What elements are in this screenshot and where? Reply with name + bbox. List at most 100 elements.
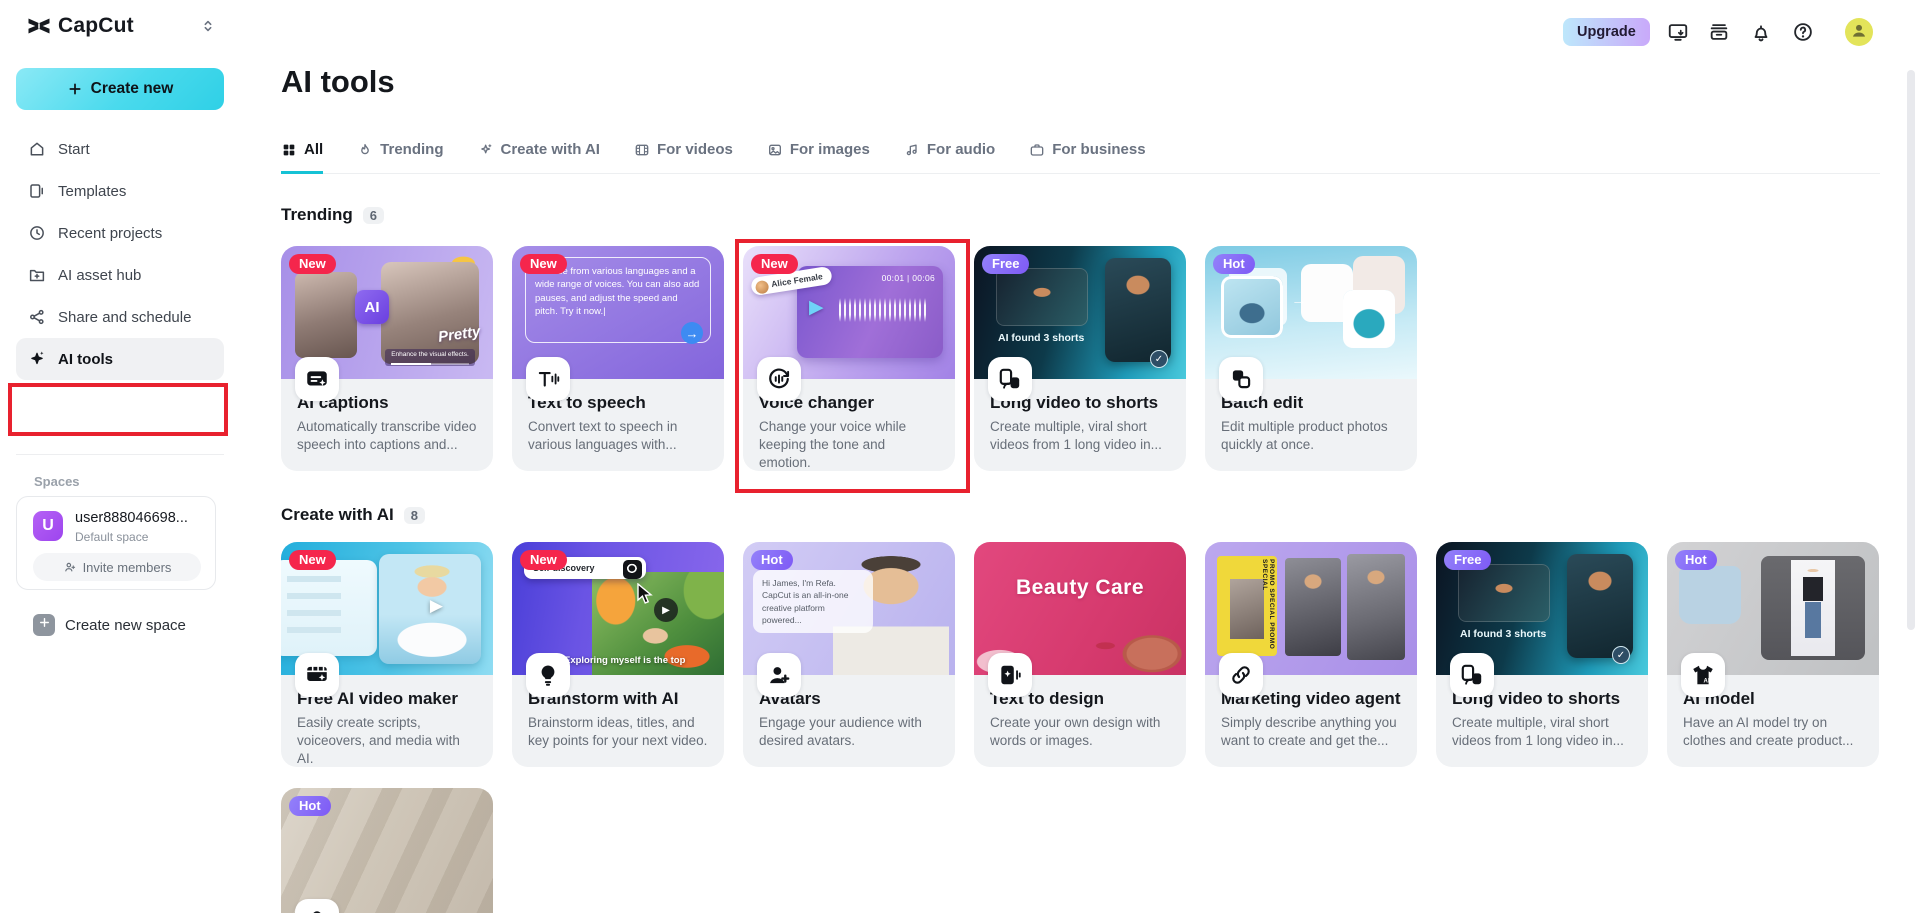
notifications-bell-icon[interactable] xyxy=(1750,21,1772,43)
capcut-logo[interactable]: CapCut xyxy=(26,13,134,39)
spaces-label: Spaces xyxy=(34,474,80,489)
card-badge: Free xyxy=(1444,550,1492,570)
promo-poster: PROMO SPECIAL PROMO SPECIAL xyxy=(1217,556,1277,656)
tool-card[interactable]: Hot → Batch edit Edit multiple product p… xyxy=(1205,246,1417,471)
person-icon xyxy=(1849,20,1869,45)
tool-card[interactable]: PROMO SPECIAL PROMO SPECIAL Marketing vi… xyxy=(1205,542,1417,767)
page-title: AI tools xyxy=(281,64,395,99)
sidebar-item-ai-asset-hub[interactable]: AI asset hub xyxy=(16,254,224,296)
play-icon: ▶ xyxy=(654,598,678,622)
space-subtitle: Default space xyxy=(75,530,149,544)
card-badge: Hot xyxy=(1675,550,1717,570)
tool-card-art: Hot xyxy=(281,788,493,913)
tool-description: Simply describe anything you want to cre… xyxy=(1221,715,1397,748)
tab-create-with-ai[interactable]: Create with AI xyxy=(478,141,600,174)
share-icon xyxy=(28,308,46,326)
space-card[interactable]: U user888046698... Default space Invite … xyxy=(16,496,216,590)
sidebar-item-share-and-schedule[interactable]: Share and schedule xyxy=(16,296,224,338)
tab-for-audio[interactable]: For audio xyxy=(904,141,995,174)
link-icon xyxy=(1219,653,1263,697)
tool-card[interactable]: New Self-discovery Exploring myself is th… xyxy=(512,542,724,767)
check-icon: ✓ xyxy=(1612,646,1630,664)
avatars-icon xyxy=(757,653,801,697)
archive-drawer-icon[interactable] xyxy=(1708,21,1730,43)
sidebar-item-label: Templates xyxy=(58,182,127,200)
tool-card[interactable]: Beauty Care Text to design Create your o… xyxy=(974,542,1186,767)
workspace-switcher-chevron-icon[interactable] xyxy=(200,18,216,34)
sidebar: Create new Start Templates Recent projec… xyxy=(0,52,240,913)
upgrade-button[interactable]: Upgrade xyxy=(1563,18,1650,46)
pretty-text-sticker: Pretty xyxy=(437,323,482,346)
home-icon xyxy=(28,140,46,158)
plus-icon xyxy=(67,81,83,97)
section-count-badge: 6 xyxy=(362,206,385,224)
invite-members-button[interactable]: Invite members xyxy=(33,553,201,581)
tool-card[interactable]: New Alice Female 00:01 | 00:06 ▶ Voice cha… xyxy=(735,239,970,493)
person-plus-icon xyxy=(63,560,77,574)
tab-trending[interactable]: Trending xyxy=(357,141,444,174)
tool-card[interactable]: New Choose from various languages and a … xyxy=(512,246,724,471)
tool-card[interactable]: Hot Hi James, I'm Refa. CapCut is an all… xyxy=(743,542,955,767)
tool-description: Brainstorm ideas, titles, and key points… xyxy=(528,715,708,748)
tab-label: For videos xyxy=(656,141,733,158)
section-title: Trending xyxy=(281,205,353,224)
ai-sparkle-icon xyxy=(28,350,46,368)
create-new-button[interactable]: Create new xyxy=(16,68,224,110)
sidebar-item-ai-tools[interactable]: AI tools xyxy=(16,338,224,380)
tool-description: Easily create scripts, voiceovers, and m… xyxy=(297,715,460,766)
help-icon[interactable] xyxy=(1792,21,1814,43)
batch-edit-icon xyxy=(1219,357,1263,401)
voice-changer-icon xyxy=(757,357,801,401)
create-new-space-button[interactable]: Create new space xyxy=(33,614,186,636)
tab-for-business[interactable]: For business xyxy=(1029,141,1146,174)
play-icon: ▶ xyxy=(809,297,824,318)
tool-card[interactable]: Hot AI AI model Have an AI model try on … xyxy=(1667,542,1879,767)
card-badge: New xyxy=(520,550,567,570)
check-icon: ✓ xyxy=(1150,350,1168,368)
card-badge: New xyxy=(520,254,567,274)
image-icon xyxy=(767,142,783,158)
video-maker-icon xyxy=(295,653,339,697)
svg-text:AI: AI xyxy=(1704,679,1710,685)
card-badge: Hot xyxy=(1213,254,1255,274)
plus-icon xyxy=(33,614,55,636)
tool-card[interactable]: Free AI found 3 shorts ✓ Long video to sh… xyxy=(1436,542,1648,767)
caption-overlay: Enhance the visual effects. xyxy=(385,349,475,366)
tool-description: Convert text to speech in various langua… xyxy=(528,419,678,452)
tool-card[interactable]: New ▶ Free AI video maker Easily create … xyxy=(281,542,493,767)
card-badge: New xyxy=(289,254,336,274)
topbar: CapCut Upgrade xyxy=(0,0,1920,52)
scrollbar[interactable] xyxy=(1907,70,1915,630)
tool-description: Edit multiple product photos quickly at … xyxy=(1221,419,1388,452)
play-icon: ▶ xyxy=(429,596,443,615)
space-avatar: U xyxy=(33,511,63,541)
desktop-download-icon[interactable] xyxy=(1667,21,1689,43)
invite-members-label: Invite members xyxy=(82,559,172,575)
avatar-chat-bubble: Hi James, I'm Refa. CapCut is an all-in-… xyxy=(753,570,873,634)
sidebar-item-templates[interactable]: Templates xyxy=(16,170,224,212)
grid-icon xyxy=(281,142,297,158)
tab-for-videos[interactable]: For videos xyxy=(634,141,733,174)
section-count-badge: 8 xyxy=(403,506,425,524)
account-avatar[interactable] xyxy=(1845,18,1873,46)
tool-card[interactable]: Free AI found 3 shorts ✓ Long video to sh… xyxy=(974,246,1186,471)
tool-description: Have an AI model try on clothes and crea… xyxy=(1683,715,1854,748)
flame-icon xyxy=(357,142,373,158)
ai-sticker: AI xyxy=(355,290,389,324)
tab-all[interactable]: All xyxy=(281,141,324,174)
tool-description: Engage your audience with desired avatar… xyxy=(759,715,922,748)
sidebar-item-label: AI tools xyxy=(58,350,113,368)
tool-card[interactable]: New AI Pretty Enhance the visual effects. … xyxy=(281,246,493,471)
sidebar-item-label: Recent projects xyxy=(58,224,163,242)
clock-icon xyxy=(28,224,46,242)
film-icon xyxy=(634,142,650,158)
sidebar-item-label: AI asset hub xyxy=(58,266,142,284)
sidebar-item-start[interactable]: Start xyxy=(16,128,224,170)
create-new-space-label: Create new space xyxy=(65,616,186,634)
tool-card[interactable]: Hot xyxy=(281,788,493,913)
tab-label: For images xyxy=(789,141,870,158)
sidebar-item-recent-projects[interactable]: Recent projects xyxy=(16,212,224,254)
text-to-design-icon xyxy=(988,653,1032,697)
tab-for-images[interactable]: For images xyxy=(767,141,870,174)
arrow-icon: → xyxy=(681,322,703,344)
